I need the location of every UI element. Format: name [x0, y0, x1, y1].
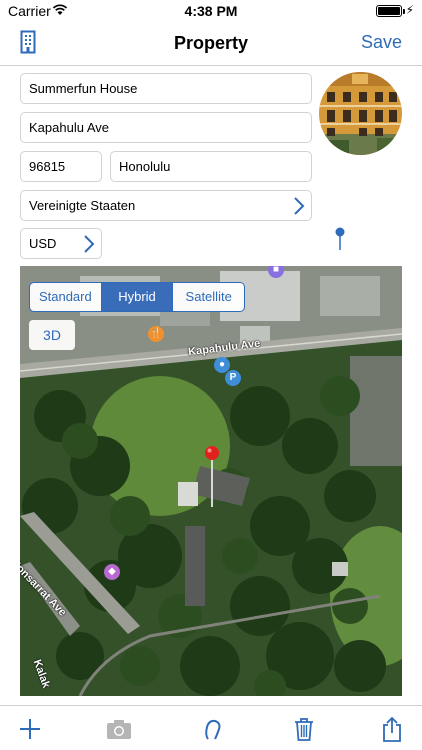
zip-field[interactable]: 96815: [20, 151, 102, 182]
map-view[interactable]: Standard Hybrid Satellite 3D Kapahulu Av…: [20, 266, 402, 696]
clock: 4:38 PM: [184, 3, 238, 19]
property-name-field[interactable]: Summerfun House: [20, 73, 312, 104]
map-type-segmented-control[interactable]: Standard Hybrid Satellite: [29, 282, 245, 312]
page-title: Property: [173, 33, 249, 53]
currency-selector[interactable]: USD: [20, 228, 102, 259]
status-bar: Carrier 4:38 PM ⚡: [0, 0, 422, 22]
property-photo[interactable]: [319, 72, 402, 155]
navigation-bar: Property Save: [0, 22, 422, 66]
country-value: Vereinigte Staaten: [29, 198, 136, 213]
chevron-right-icon: [81, 233, 97, 255]
lasso-icon[interactable]: [199, 715, 227, 743]
location-pin-icon[interactable]: [334, 226, 346, 252]
parking-poi-icon[interactable]: P: [225, 370, 241, 386]
camera-icon[interactable]: [105, 715, 133, 743]
plus-icon[interactable]: [16, 715, 44, 743]
map-type-standard[interactable]: Standard: [30, 283, 101, 311]
landmark-poi-icon[interactable]: ◆: [104, 564, 120, 580]
save-button[interactable]: Save: [361, 32, 402, 53]
trash-icon[interactable]: [290, 715, 318, 743]
battery-icon: [376, 5, 405, 17]
share-icon[interactable]: [378, 715, 406, 743]
chevron-right-icon: [291, 195, 307, 217]
country-selector[interactable]: Vereinigte Staaten: [20, 190, 312, 221]
street-field[interactable]: Kapahulu Ave: [20, 112, 312, 143]
map-type-hybrid[interactable]: Hybrid: [100, 283, 173, 311]
map-pin-icon[interactable]: [204, 445, 220, 509]
charging-icon: ⚡: [405, 3, 414, 17]
restaurant-poi-icon[interactable]: 🍴: [148, 326, 164, 342]
city-field[interactable]: Honolulu: [110, 151, 312, 182]
currency-value: USD: [29, 236, 57, 251]
bottom-toolbar: [0, 705, 422, 750]
map-type-satellite[interactable]: Satellite: [172, 283, 244, 311]
3d-button[interactable]: 3D: [29, 320, 75, 350]
